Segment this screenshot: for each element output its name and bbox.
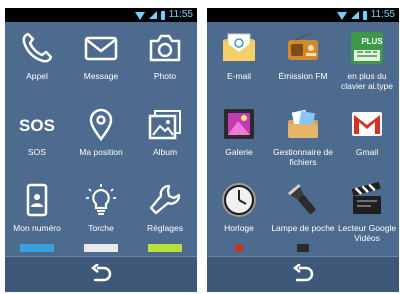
app-label: en plus du clavier ai.type [341, 71, 393, 91]
app-torche[interactable]: Torche [69, 174, 133, 250]
clock-icon [222, 183, 256, 217]
phone-screen-right: 11:55 E-mail Émission FM PLUS en plus du… [207, 8, 399, 292]
app-ma-position[interactable]: Ma position [69, 98, 133, 174]
app-gestionnaire-fichiers[interactable]: Gestionnaire de fichiers [271, 98, 335, 174]
app-aitype-plus[interactable]: PLUS en plus du clavier ai.type [335, 22, 399, 98]
battery-icon [160, 10, 165, 20]
app-sos[interactable]: SOS SOS [5, 98, 69, 174]
app-reglages[interactable]: Réglages [133, 174, 197, 250]
app-gmail[interactable]: Gmail [335, 98, 399, 174]
flashlight-icon [287, 184, 316, 215]
back-button[interactable] [89, 264, 113, 284]
wifi-icon [336, 11, 347, 20]
bottom-nav-bar [207, 256, 399, 292]
next-row-peek-icon [235, 244, 243, 252]
app-label: Gestionnaire de fichiers [272, 147, 333, 167]
app-album[interactable]: Album [133, 98, 197, 174]
next-row-peek-icon [84, 244, 118, 252]
lightbulb-icon [86, 184, 116, 215]
sos-icon: SOS [19, 116, 55, 135]
svg-text:SOS: SOS [19, 116, 55, 135]
aitype-plus-icon: PLUS [351, 32, 383, 64]
app-label: Gmail [355, 147, 379, 157]
app-label: Photo [153, 71, 177, 81]
phone-screen-left: 11:55 Appel Message Photo SOS SOS Ma pos… [5, 8, 197, 292]
status-bar: 11:55 [5, 8, 197, 22]
app-label: Lampe de poche [271, 223, 335, 233]
app-label: Appel [26, 71, 48, 81]
bottom-nav-bar [5, 256, 197, 292]
app-emission-fm[interactable]: Émission FM [271, 22, 335, 98]
app-mon-numero[interactable]: Mon numéro [5, 174, 69, 250]
status-time: 11:55 [168, 9, 193, 20]
app-label: Ma position [79, 147, 123, 157]
clapperboard-icon [351, 182, 381, 214]
app-grid: Appel Message Photo SOS SOS Ma position … [5, 22, 197, 257]
app-photo[interactable]: Photo [133, 22, 197, 98]
app-email[interactable]: E-mail [207, 22, 271, 98]
next-row-peek-icon [20, 244, 54, 252]
signal-icon [148, 11, 157, 19]
signal-icon [350, 11, 359, 19]
app-label: E-mail [226, 71, 252, 81]
app-message[interactable]: Message [69, 22, 133, 98]
gmail-icon [352, 112, 382, 136]
file-manager-icon [288, 109, 318, 138]
app-galerie[interactable]: Galerie [207, 98, 271, 174]
app-horloge[interactable]: Horloge [207, 174, 271, 250]
app-label: Message [83, 71, 119, 81]
next-row-peek-icon [148, 244, 182, 252]
envelope-icon [84, 36, 118, 61]
gallery-icon [148, 110, 181, 140]
back-button[interactable] [291, 264, 315, 284]
app-label: Horloge [224, 223, 254, 233]
radio-icon [288, 32, 318, 60]
app-label: Mon numéro [13, 223, 61, 233]
email-icon [223, 33, 255, 61]
svg-text:PLUS: PLUS [361, 37, 383, 46]
galerie-icon [224, 109, 254, 139]
phone-icon [22, 32, 53, 63]
app-label: Galerie [225, 147, 253, 157]
wrench-icon [149, 184, 181, 215]
app-lampe-de-poche[interactable]: Lampe de poche [271, 174, 335, 250]
app-label: Album [152, 147, 178, 157]
camera-icon [149, 34, 181, 62]
status-time: 11:55 [370, 9, 395, 20]
app-appel[interactable]: Appel [5, 22, 69, 98]
status-bar: 11:55 [207, 8, 399, 22]
app-label: Lecteur Google Vidéos [337, 223, 397, 243]
location-pin-icon [89, 108, 113, 142]
battery-icon [362, 10, 367, 20]
app-label: Réglages [147, 223, 183, 233]
app-label: Torche [88, 223, 114, 233]
wifi-icon [134, 11, 145, 20]
contact-card-icon [26, 183, 48, 217]
app-label: SOS [28, 147, 46, 157]
app-label: Émission FM [278, 71, 328, 81]
app-grid: E-mail Émission FM PLUS en plus du clavi… [207, 22, 399, 257]
next-row-peek-icon [297, 244, 309, 252]
app-lecteur-google-videos[interactable]: Lecteur Google Vidéos [335, 174, 399, 250]
